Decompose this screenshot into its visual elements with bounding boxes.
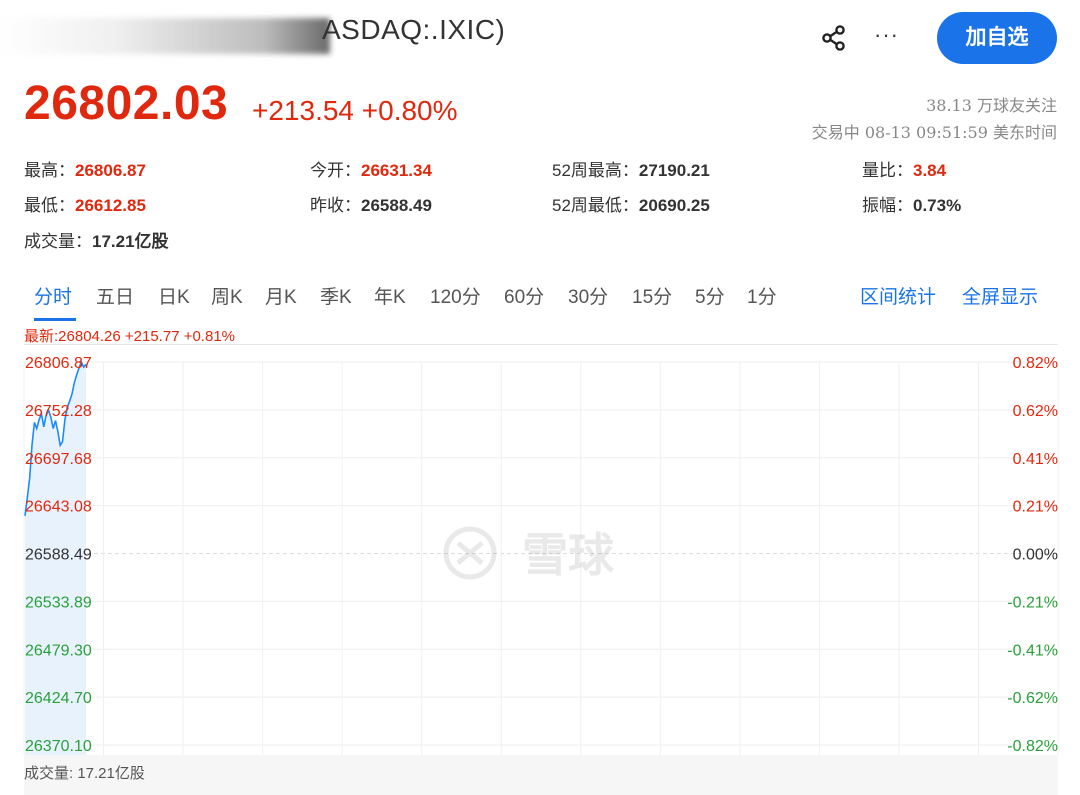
stat-52w-low: 52周最低：20690.25: [552, 191, 710, 216]
y-tick-right: -0.21%: [1007, 594, 1058, 611]
volume-footer: 成交量: 17.21亿股: [24, 765, 145, 782]
y-tick-right: -0.62%: [1007, 690, 1058, 707]
stat-value: 26588.49: [361, 196, 432, 215]
stat-value: 17.21亿股: [92, 232, 169, 251]
y-tick-left: 26806.87: [25, 355, 92, 372]
stat-open: 今开：26631.34: [310, 156, 432, 181]
stat-value: 26631.34: [361, 161, 432, 180]
y-tick-left: 26533.89: [25, 594, 92, 611]
y-tick-right: -0.41%: [1007, 642, 1058, 659]
stat-value: 0.73%: [913, 196, 962, 215]
page-title: ASDAQ:.IXIC): [322, 14, 506, 45]
stat-label: 今开：: [310, 161, 361, 180]
range-stats-button[interactable]: 区间统计: [860, 282, 936, 309]
stat-52w-high: 52周最高：27190.21: [552, 156, 710, 181]
tab-120min[interactable]: 120分: [430, 282, 481, 309]
stat-low: 最低：26612.85: [24, 191, 146, 216]
stat-label: 最高：: [24, 161, 75, 180]
price-change: +213.54 +0.80%: [252, 95, 458, 126]
tab-daily[interactable]: 日K: [158, 282, 190, 309]
stat-label: 量比：: [862, 161, 913, 180]
stat-high: 最高：26806.87: [24, 156, 146, 181]
stat-value: 27190.21: [638, 161, 710, 180]
stat-label: 成交量：: [24, 232, 92, 251]
y-tick-left: 26424.70: [25, 690, 92, 707]
tab-weekly[interactable]: 周K: [211, 282, 243, 309]
obscured-title-prefix: [0, 18, 330, 54]
stat-value: 26612.85: [75, 196, 146, 215]
stat-value: 20690.25: [638, 196, 710, 215]
y-tick-right: 0.21%: [1013, 499, 1058, 516]
tab-5day[interactable]: 五日: [96, 282, 134, 309]
y-axis-left: 26806.87 26752.28 26697.68 26643.08 26588.49…: [25, 355, 92, 755]
tab-minute[interactable]: 分时: [34, 282, 72, 309]
y-tick-left: 26752.28: [25, 403, 92, 420]
y-tick-right: -0.82%: [1007, 738, 1058, 755]
followers-count: 38.13 万球友关注: [926, 96, 1057, 115]
tab-quarterly[interactable]: 季K: [320, 282, 352, 309]
stat-prev-close: 昨收：26588.49: [310, 191, 432, 216]
tab-monthly[interactable]: 月K: [265, 282, 297, 309]
add-watchlist-button[interactable]: 加自选: [937, 12, 1057, 64]
tab-yearly[interactable]: 年K: [374, 282, 406, 309]
stat-label: 振幅：: [862, 196, 913, 215]
y-tick-left: 26479.30: [25, 642, 92, 659]
watermark-text: 雪球: [522, 528, 615, 582]
tab-15min[interactable]: 15分: [632, 282, 672, 309]
stat-label: 52周最低：: [552, 196, 639, 215]
stat-label: 昨收：: [310, 196, 361, 215]
y-axis-right: 0.82% 0.62% 0.41% 0.21% 0.00% -0.21% -0.41% -0.…: [1007, 355, 1058, 755]
stat-amplitude: 振幅：0.73%: [862, 191, 961, 216]
tab-1min[interactable]: 1分: [747, 282, 777, 309]
y-tick-right: 0.00%: [1013, 547, 1058, 564]
share-icon[interactable]: [820, 24, 848, 52]
stat-label: 52周最高：: [552, 161, 639, 180]
more-icon[interactable]: ···: [874, 22, 899, 48]
y-tick-left: 26370.10: [25, 738, 92, 755]
xueqiu-watermark: 雪球: [443, 526, 615, 582]
stat-value: 3.84: [913, 161, 947, 180]
tab-5min[interactable]: 5分: [695, 282, 725, 309]
tab-60min[interactable]: 60分: [504, 282, 544, 309]
volume-panel: [24, 755, 1058, 795]
stat-value: 26806.87: [75, 161, 146, 180]
y-tick-left: 26697.68: [25, 451, 92, 468]
latest-quote-line: 最新:26804.26 +215.77 +0.81%: [24, 328, 235, 345]
active-tab-indicator: [34, 318, 76, 321]
stat-volume-ratio: 量比：3.84: [862, 156, 946, 181]
current-price: 26802.03: [24, 77, 229, 130]
tab-30min[interactable]: 30分: [568, 282, 608, 309]
intraday-chart[interactable]: 雪球 26806.87 26752.28 26697.68 26643.08 26588…: [0, 345, 1080, 755]
y-tick-left: 26588.49: [25, 547, 92, 564]
stat-label: 最低：: [24, 196, 75, 215]
y-tick-right: 0.62%: [1013, 403, 1058, 420]
fullscreen-button[interactable]: 全屏显示: [962, 282, 1038, 309]
y-tick-left: 26643.08: [25, 499, 92, 516]
y-tick-right: 0.82%: [1013, 355, 1058, 372]
trading-status: 交易中 08-13 09:51:59 美东时间: [811, 123, 1057, 142]
y-tick-right: 0.41%: [1013, 451, 1058, 468]
stat-volume: 成交量：17.21亿股: [24, 227, 169, 252]
